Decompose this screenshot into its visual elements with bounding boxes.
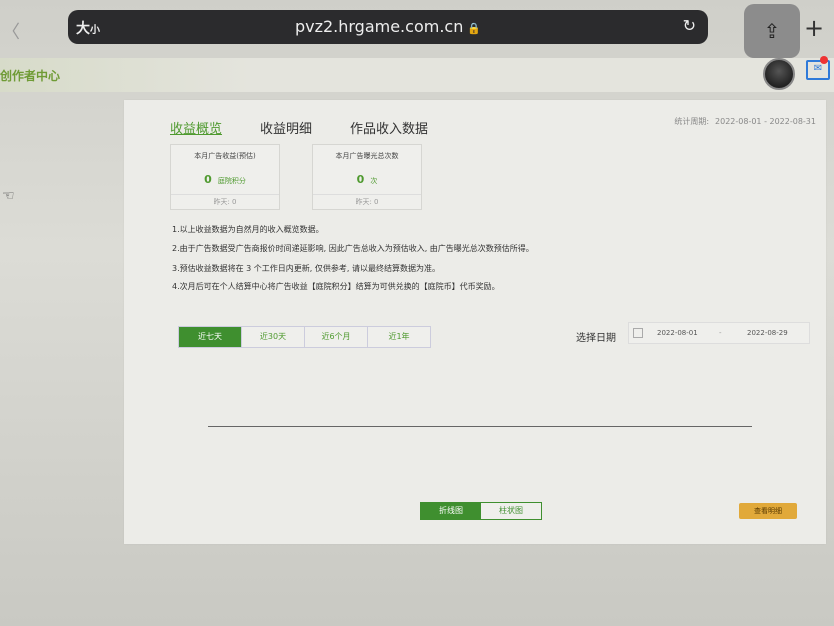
reload-icon[interactable]: ↻: [683, 16, 696, 35]
range-30-days[interactable]: 近30天: [242, 327, 305, 347]
tab-revenue-details[interactable]: 收益明细: [260, 118, 312, 137]
range-1-year[interactable]: 近1年: [368, 327, 430, 347]
card-title: 本月广告收益(预估): [194, 152, 256, 160]
card-value: 0次: [356, 173, 378, 186]
date-separator: -: [719, 329, 722, 337]
plus-icon[interactable]: +: [804, 14, 824, 42]
range-selector: 近七天 近30天 近6个月 近1年: [178, 326, 431, 348]
card-yesterday: 昨天: 0: [171, 194, 279, 209]
avatar[interactable]: [763, 58, 795, 90]
range-7-days[interactable]: 近七天: [179, 327, 242, 347]
chart-axis-line: [208, 426, 752, 427]
line-chart-button[interactable]: 折线图: [421, 503, 481, 519]
share-icon[interactable]: ⇪: [744, 4, 800, 58]
ad-impressions-card: 本月广告曝光总次数 0次 昨天: 0: [312, 144, 422, 210]
lock-icon: 🔒: [467, 22, 482, 35]
start-date[interactable]: 2022-08-01: [657, 329, 698, 337]
card-yesterday: 昨天: 0: [313, 194, 421, 209]
range-6-months[interactable]: 近6个月: [305, 327, 368, 347]
date-range-picker[interactable]: 2022-08-01 - 2022-08-29: [628, 322, 810, 344]
note-3: 3.预估收益数据将在 3 个工作日内更新, 仅供参考, 请以最终结算数据为准。: [172, 264, 440, 273]
note-4: 4.次月后可在个人结算中心将广告收益【庭院积分】结算为可供兑换的【庭院币】代币奖…: [172, 282, 500, 291]
main-panel: 收益概览 收益明细 作品收入数据 统计周期: 2022-08-01 - 2022-…: [124, 100, 826, 544]
tab-work-income-data[interactable]: 作品收入数据: [350, 118, 428, 137]
notification-badge: [820, 56, 828, 64]
card-title: 本月广告曝光总次数: [335, 152, 399, 160]
chart-type-toggle: 折线图 柱状图: [420, 502, 542, 520]
end-date[interactable]: 2022-08-29: [747, 329, 788, 337]
back-chevron-icon[interactable]: 〈: [2, 18, 20, 44]
card-value: 0 庭院积分: [204, 173, 246, 186]
bar-chart-button[interactable]: 柱状图: [481, 503, 541, 519]
date-filter-label: 选择日期: [576, 333, 616, 344]
view-details-button[interactable]: 查看明细: [739, 503, 797, 519]
calendar-icon: [633, 328, 643, 338]
site-header: 创作者中心: [0, 58, 834, 92]
note-2: 2.由于广告数据受广告商报价时间递延影响, 因此广告总收入为预估收入, 由广告曝…: [172, 244, 534, 253]
ad-revenue-card: 本月广告收益(预估) 0 庭院积分 昨天: 0: [170, 144, 280, 210]
url-text: pvz2.hrgame.com.cn 🔒: [294, 17, 482, 36]
tab-revenue-overview[interactable]: 收益概览: [170, 118, 222, 137]
stat-period: 统计周期: 2022-08-01 - 2022-08-31: [674, 117, 816, 126]
note-1: 1.以上收益数据为自然月的收入概览数据。: [172, 225, 324, 234]
site-logo[interactable]: 创作者中心: [0, 67, 60, 84]
browser-address-bar[interactable]: 大小 pvz2.hrgame.com.cn 🔒 ↻: [68, 10, 708, 44]
pointer-cursor-icon: ☜: [2, 188, 15, 204]
